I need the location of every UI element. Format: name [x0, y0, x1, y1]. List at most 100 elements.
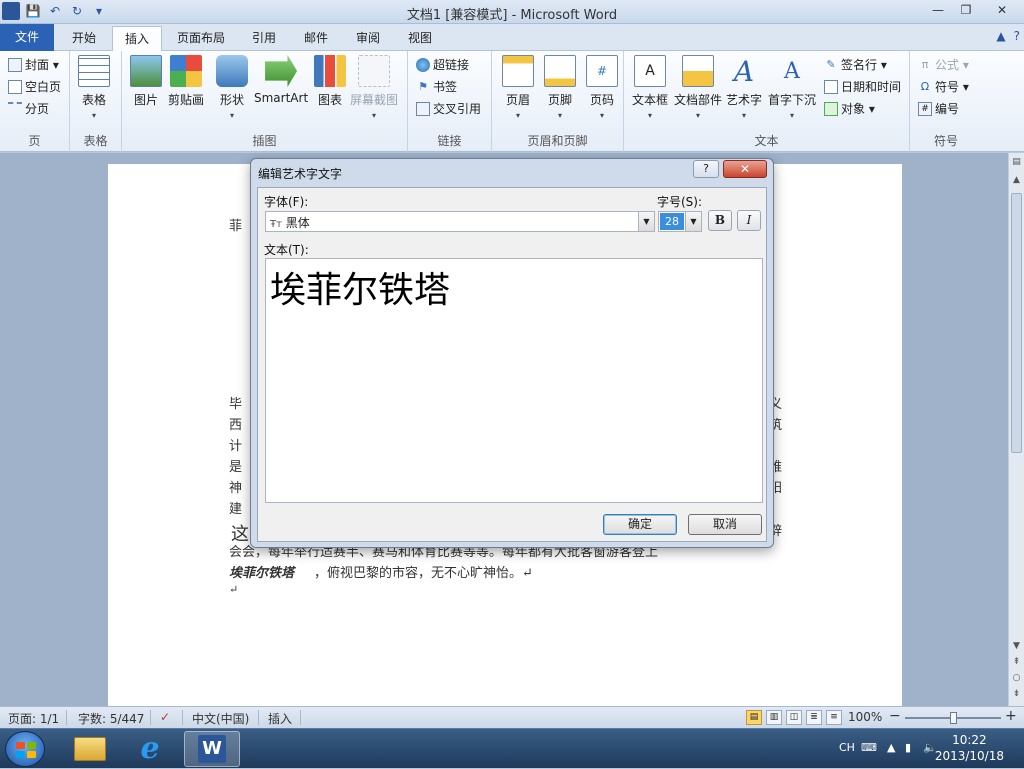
chevron-down-icon[interactable]: ▼: [638, 212, 654, 231]
number-button[interactable]: # 编号: [918, 100, 959, 117]
scroll-thumb[interactable]: [1011, 193, 1022, 453]
omega-icon: Ω: [920, 80, 930, 93]
draft-view-icon[interactable]: ≡: [826, 710, 842, 725]
help-icon[interactable]: ?: [1014, 29, 1020, 43]
insert-mode-indicator[interactable]: 插入: [268, 710, 292, 727]
bold-button[interactable]: B: [708, 210, 732, 231]
cancel-button[interactable]: 取消: [688, 514, 762, 535]
size-select[interactable]: 28 ▼: [658, 211, 702, 232]
picture-icon: [130, 55, 162, 87]
smartart-button[interactable]: SmartArt: [254, 55, 308, 105]
quick-parts-button[interactable]: 文档部件 ▾: [674, 55, 722, 120]
page-break-button[interactable]: 分页: [8, 100, 49, 117]
clip-art-button[interactable]: 剪贴画: [168, 55, 204, 108]
tab-review[interactable]: 审阅: [344, 26, 392, 51]
equation-button[interactable]: π 公式 ▾: [918, 56, 969, 73]
select-browse-object-icon[interactable]: ○: [1009, 671, 1024, 686]
ime-indicator[interactable]: CH: [839, 741, 855, 754]
chart-button[interactable]: 图表: [314, 55, 346, 108]
tab-mailings[interactable]: 邮件: [292, 26, 340, 51]
wordart-button[interactable]: A 艺术字 ▾: [726, 55, 762, 121]
tab-insert[interactable]: 插入: [112, 26, 163, 52]
group-label-symbols: 符号: [933, 134, 958, 148]
italic-button[interactable]: I: [737, 210, 761, 231]
minimize-button[interactable]: —: [924, 0, 952, 20]
keyboard-icon[interactable]: ⌨: [861, 741, 877, 754]
zoom-level[interactable]: 100%: [848, 710, 882, 724]
taskbar-word[interactable]: W: [184, 731, 240, 767]
ruler-toggle-icon[interactable]: ▤: [1009, 155, 1024, 170]
text-box-button[interactable]: A 文本框 ▾: [632, 55, 668, 120]
table-icon: [78, 55, 110, 87]
zoom-slider[interactable]: [905, 712, 1001, 724]
hyperlink-button[interactable]: 超链接: [416, 56, 469, 73]
clock[interactable]: 10:22 2013/10/18: [935, 732, 1004, 764]
dialog-help-button[interactable]: ?: [693, 160, 719, 178]
tab-home[interactable]: 开始: [60, 26, 108, 51]
doc-text-fragment: 神: [229, 481, 243, 496]
group-links: 超链接 ⚑ 书签 交叉引用 链接: [408, 51, 492, 152]
taskbar-internet-explorer[interactable]: e: [122, 731, 178, 767]
group-label-tables: 表格: [83, 134, 108, 148]
previous-page-icon[interactable]: ⇞: [1009, 655, 1024, 670]
picture-button[interactable]: 图片: [130, 55, 162, 108]
doc-text-line: ，俯视巴黎的市容，无不心旷神怡。↵: [314, 566, 533, 581]
start-button[interactable]: [5, 731, 45, 767]
network-icon[interactable]: ▮: [905, 741, 911, 754]
signature-line-button[interactable]: ✎ 签名行 ▾: [824, 56, 886, 73]
next-page-icon[interactable]: ⇟: [1009, 687, 1024, 702]
scroll-down-icon[interactable]: ▼: [1009, 639, 1024, 654]
shapes-button[interactable]: 形状 ▾: [216, 55, 248, 120]
group-label-pages: 页: [28, 134, 41, 148]
group-label-illustrations: 插图: [252, 134, 277, 148]
cover-page-button[interactable]: 封面 ▾: [8, 56, 59, 73]
group-text: A 文本框 ▾ 文档部件 ▾ A 艺术字 ▾ A 首字下沉 ▾ ✎ 签名行 ▾ 日…: [624, 51, 910, 152]
doc-bold-text: 埃菲尔铁塔: [229, 566, 295, 581]
blank-page-button[interactable]: 空白页: [8, 78, 61, 95]
dialog-body: 字体(F): 字号(S): Ŧт 黑体 ▼ 28 ▼ B I 文本(T): 埃菲…: [257, 187, 767, 542]
date-time-button[interactable]: 日期和时间: [824, 78, 901, 95]
vertical-scrollbar[interactable]: ▤ ▲ ▼ ⇞ ○ ⇟: [1008, 153, 1024, 706]
web-layout-icon[interactable]: ◫: [786, 710, 802, 725]
restore-button[interactable]: ❐: [952, 0, 980, 20]
page-number-button[interactable]: # 页码 ▾: [586, 55, 618, 120]
proofing-icon[interactable]: ✓: [160, 710, 170, 724]
chevron-down-icon: ▾: [742, 111, 747, 120]
tab-view[interactable]: 视图: [396, 26, 444, 51]
tab-file[interactable]: 文件: [0, 24, 54, 51]
show-hidden-icons[interactable]: ▲: [887, 741, 895, 754]
zoom-in-button[interactable]: +: [1005, 708, 1017, 724]
close-window-button[interactable]: ✕: [980, 0, 1024, 20]
symbol-button[interactable]: Ω 符号 ▾: [918, 78, 969, 95]
bookmark-button[interactable]: ⚑ 书签: [416, 78, 457, 95]
dialog-close-button[interactable]: ✕: [723, 160, 767, 178]
word-count[interactable]: 字数: 5/447: [78, 710, 144, 727]
page-count[interactable]: 页面: 1/1: [8, 710, 59, 727]
doc-text-fragment: 毕: [229, 397, 243, 412]
scroll-up-icon[interactable]: ▲: [1009, 173, 1024, 188]
language-indicator[interactable]: 中文(中国): [192, 710, 249, 727]
tab-page-layout[interactable]: 页面布局: [165, 26, 237, 51]
full-screen-reading-icon[interactable]: ▥: [766, 710, 782, 725]
cross-reference-button[interactable]: 交叉引用: [416, 100, 481, 117]
object-icon: [824, 101, 838, 116]
screenshot-button[interactable]: 屏幕截图 ▾: [350, 55, 398, 120]
object-button[interactable]: 对象 ▾: [824, 100, 875, 117]
font-select[interactable]: Ŧт 黑体 ▼: [265, 211, 655, 232]
footer-button[interactable]: 页脚 ▾: [544, 55, 576, 120]
drop-cap-button[interactable]: A 首字下沉 ▾: [768, 55, 816, 121]
header-button[interactable]: 页眉 ▾: [502, 55, 534, 120]
ok-button[interactable]: 确定: [603, 514, 677, 535]
tab-references[interactable]: 引用: [240, 26, 288, 51]
screenshot-icon: [358, 55, 390, 87]
zoom-out-button[interactable]: −: [889, 708, 901, 724]
zoom-slider-thumb[interactable]: [950, 712, 957, 724]
print-layout-view-icon[interactable]: ▤: [746, 710, 762, 725]
wordart-text-input[interactable]: 埃菲尔铁塔: [265, 258, 763, 503]
table-button[interactable]: 表格 ▾: [78, 55, 110, 120]
outline-view-icon[interactable]: ≣: [806, 710, 822, 725]
collapse-ribbon-icon[interactable]: ▲: [996, 29, 1005, 43]
chevron-down-icon[interactable]: ▼: [685, 212, 701, 231]
chevron-down-icon: ▾: [696, 111, 701, 120]
taskbar-explorer[interactable]: [62, 731, 118, 767]
